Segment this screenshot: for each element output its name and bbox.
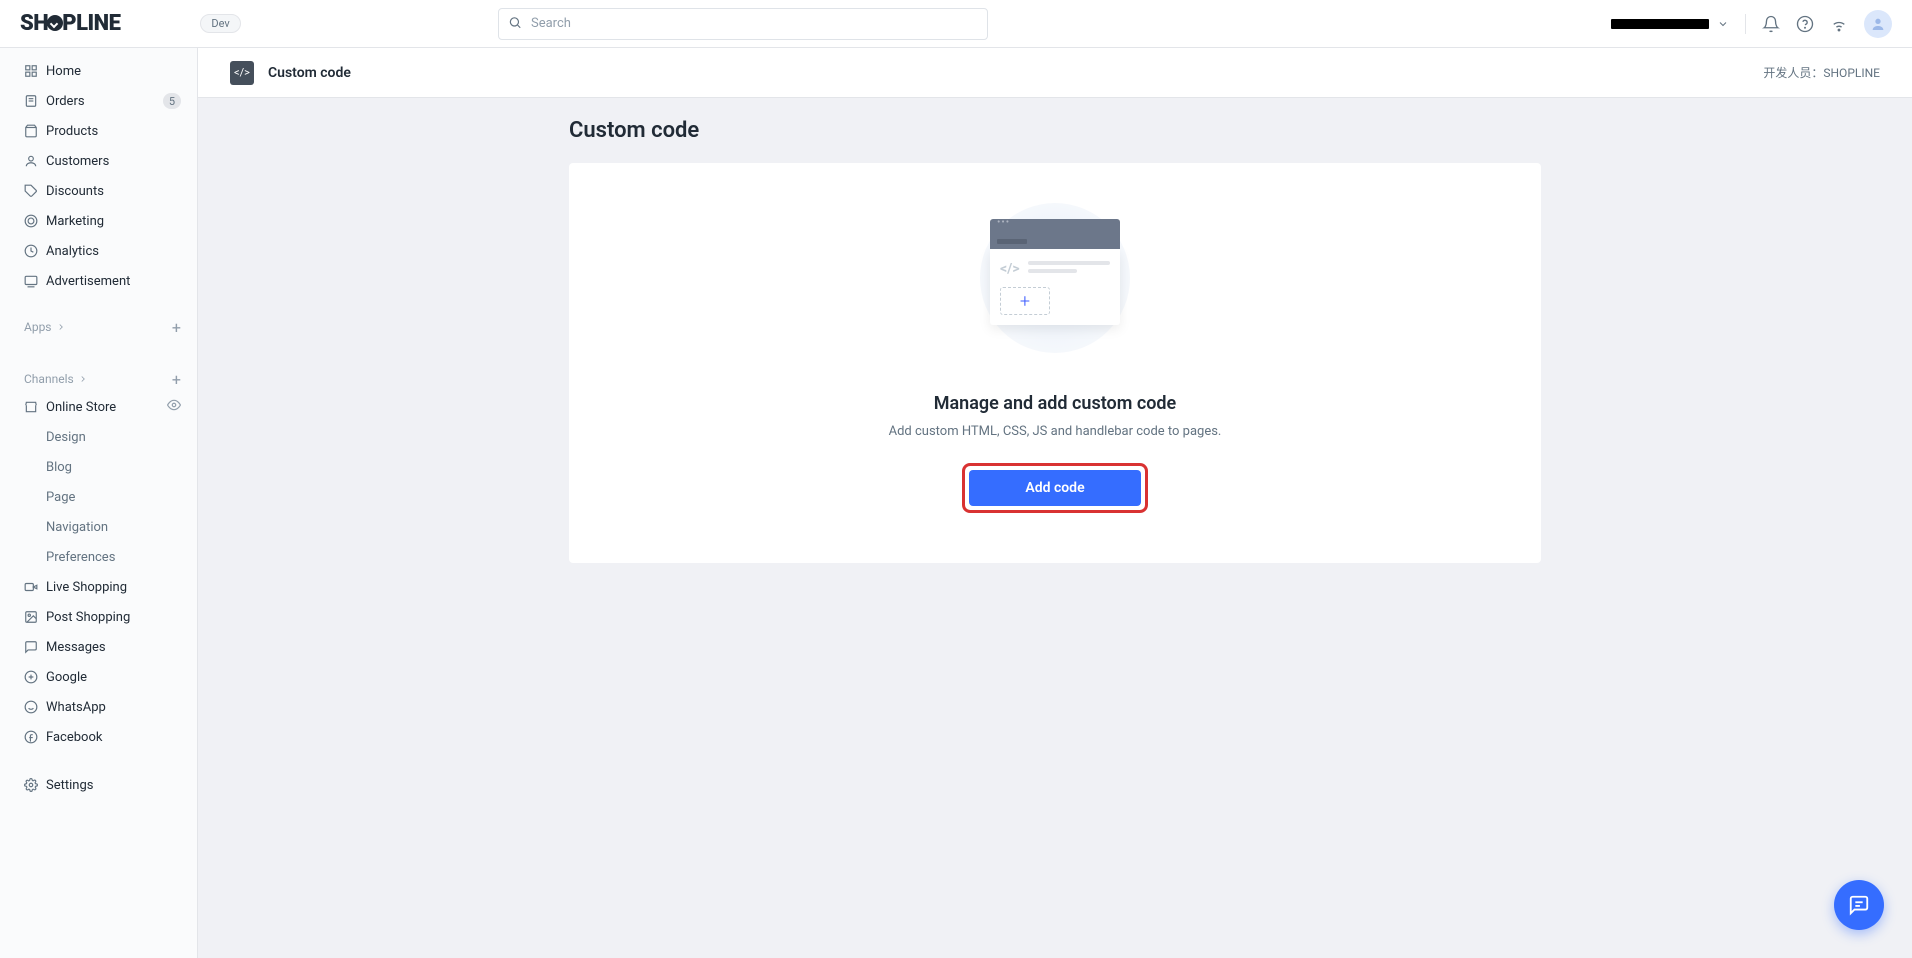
nav-label: WhatsApp <box>46 700 181 715</box>
online-store-icon <box>24 400 46 414</box>
search-wrap <box>498 8 988 40</box>
nav-home[interactable]: Home <box>0 56 197 86</box>
sub-page[interactable]: Page <box>0 482 197 512</box>
empty-state-card: </> + Manage and add custom code Add cus… <box>569 163 1541 563</box>
empty-state-illustration: </> + <box>589 203 1521 353</box>
marketing-icon <box>24 214 46 228</box>
channels-section-header[interactable]: Channels + <box>0 366 197 392</box>
nav-label: Discounts <box>46 184 181 199</box>
store-switcher[interactable] <box>1611 18 1729 30</box>
code-icon: </> <box>230 61 254 85</box>
page-header: </> Custom code 开发人员：SHOPLINE <box>198 48 1912 98</box>
nav-label: Customers <box>46 154 181 169</box>
whatsapp-icon <box>24 700 46 714</box>
nav-label: Analytics <box>46 244 181 259</box>
nav-label: Products <box>46 124 181 139</box>
wifi-icon[interactable] <box>1830 15 1848 33</box>
header-right <box>1611 10 1892 38</box>
help-icon[interactable] <box>1796 15 1814 33</box>
nav-advertisement[interactable]: Advertisement <box>0 266 197 296</box>
nav-live-shopping[interactable]: Live Shopping <box>0 572 197 602</box>
nav-discounts[interactable]: Discounts <box>0 176 197 206</box>
nav-customers[interactable]: Customers <box>0 146 197 176</box>
sidebar: Home Orders 5 Products Customers Discoun… <box>0 48 198 958</box>
sub-navigation[interactable]: Navigation <box>0 512 197 542</box>
customers-icon <box>24 154 46 168</box>
nav-label: Orders <box>46 94 163 109</box>
sub-blog[interactable]: Blog <box>0 452 197 482</box>
nav-messages[interactable]: Messages <box>0 632 197 662</box>
store-name <box>1611 19 1709 29</box>
dev-credit-name: SHOPLINE <box>1823 66 1880 80</box>
sub-design[interactable]: Design <box>0 422 197 452</box>
nav-google[interactable]: Google <box>0 662 197 692</box>
advertisement-icon <box>24 274 46 288</box>
eye-icon[interactable] <box>167 398 181 416</box>
nav-post-shopping[interactable]: Post Shopping <box>0 602 197 632</box>
logo[interactable]: SHPLINE <box>20 11 120 36</box>
search-icon <box>508 14 522 33</box>
live-icon <box>24 580 46 594</box>
avatar[interactable] <box>1864 10 1892 38</box>
nav-label: Messages <box>46 640 181 655</box>
add-channel-button[interactable]: + <box>172 370 181 389</box>
facebook-icon <box>24 730 46 744</box>
post-icon <box>24 610 46 624</box>
top-header: SHPLINE Dev <box>0 0 1912 48</box>
chevron-right-icon <box>56 322 66 332</box>
nav-label: Advertisement <box>46 274 181 289</box>
analytics-icon <box>24 244 46 258</box>
empty-state-title: Manage and add custom code <box>589 393 1521 414</box>
nav-label: Live Shopping <box>46 580 181 595</box>
page-header-title: Custom code <box>268 65 351 81</box>
nav-analytics[interactable]: Analytics <box>0 236 197 266</box>
home-icon <box>24 64 46 78</box>
channels-section-label: Channels <box>24 372 74 386</box>
nav-marketing[interactable]: Marketing <box>0 206 197 236</box>
chevron-right-icon <box>78 374 88 384</box>
nav-label: Post Shopping <box>46 610 181 625</box>
dev-pill: Dev <box>200 14 240 33</box>
nav-label: Google <box>46 670 181 685</box>
nav-label: Home <box>46 64 181 79</box>
page-title: Custom code <box>569 118 1541 143</box>
chat-fab[interactable] <box>1834 880 1884 930</box>
discounts-icon <box>24 184 46 198</box>
sub-preferences[interactable]: Preferences <box>0 542 197 572</box>
products-icon <box>24 124 46 138</box>
nav-online-store[interactable]: Online Store <box>0 392 197 422</box>
dev-credit: 开发人员：SHOPLINE <box>1763 64 1880 81</box>
nav-label: Facebook <box>46 730 181 745</box>
settings-icon <box>24 778 46 792</box>
nav-label: Online Store <box>46 400 167 415</box>
main-content: Custom code </> + M <box>198 98 1912 958</box>
user-icon <box>1870 16 1886 32</box>
nav-products[interactable]: Products <box>0 116 197 146</box>
orders-icon <box>24 94 46 108</box>
apps-section-label: Apps <box>24 320 52 334</box>
empty-state-description: Add custom HTML, CSS, JS and handlebar c… <box>589 424 1521 439</box>
google-icon <box>24 670 46 684</box>
chevron-down-icon <box>1717 18 1729 30</box>
add-code-button[interactable]: Add code <box>969 470 1140 506</box>
nav-settings[interactable]: Settings <box>0 770 197 800</box>
divider <box>1745 14 1746 34</box>
apps-section-header[interactable]: Apps + <box>0 314 197 340</box>
orders-badge: 5 <box>163 93 181 109</box>
add-app-button[interactable]: + <box>172 318 181 337</box>
messages-icon <box>24 640 46 654</box>
nav-label: Marketing <box>46 214 181 229</box>
search-input[interactable] <box>498 8 988 40</box>
bell-icon[interactable] <box>1762 15 1780 33</box>
highlight-annotation: Add code <box>962 463 1147 513</box>
nav-orders[interactable]: Orders 5 <box>0 86 197 116</box>
dev-credit-prefix: 开发人员： <box>1763 66 1823 80</box>
nav-whatsapp[interactable]: WhatsApp <box>0 692 197 722</box>
chat-icon <box>1848 894 1870 916</box>
nav-label: Settings <box>46 778 181 793</box>
nav-facebook[interactable]: Facebook <box>0 722 197 752</box>
